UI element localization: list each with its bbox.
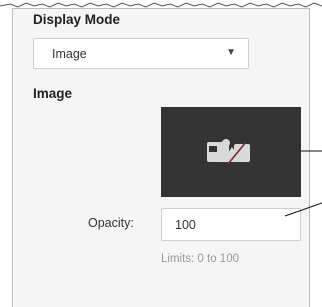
opacity-input[interactable] [161,208,301,241]
image-section-title: Image [33,86,73,101]
display-mode-select[interactable]: Image ▼ [33,38,249,69]
opacity-limits-hint: Limits: 0 to 100 [161,253,239,265]
opacity-label: Opacity: [88,216,134,230]
broken-image-icon [207,139,250,165]
display-mode-title: Display Mode [33,12,121,27]
display-mode-selected-value: Image [52,47,87,61]
screenshot-frame: Display Mode Image ▼ Image Opacity: Limi… [0,0,322,307]
image-preview[interactable] [161,107,301,197]
chevron-down-icon: ▼ [226,47,236,58]
